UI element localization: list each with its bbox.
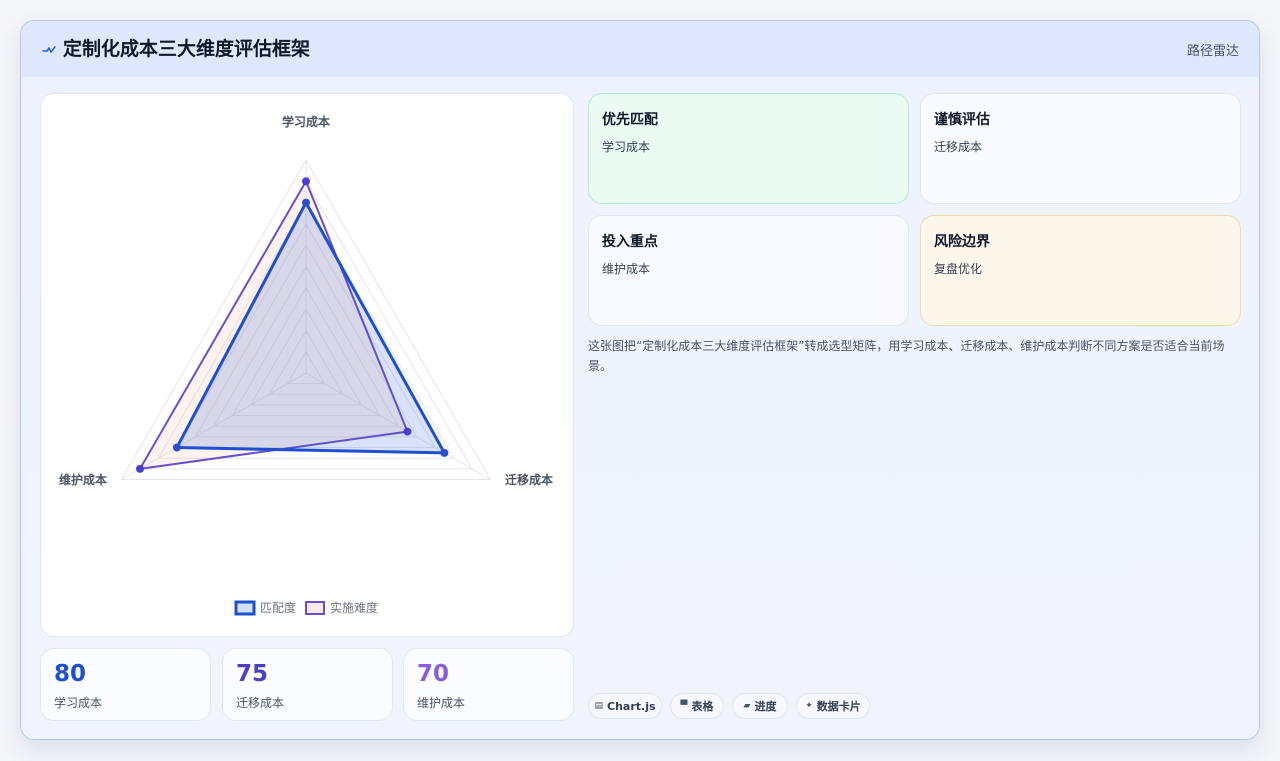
stat-value: 70 (417, 661, 450, 687)
quadrant-investment-focus: 投入重点 维护成本 (588, 215, 909, 326)
tag-table[interactable]: ▀ 表格 (670, 693, 724, 719)
sparkle-icon: ✦ (805, 701, 813, 711)
chart-icon: ▤ (594, 701, 603, 711)
mode-label: 路径雷达 (1186, 44, 1239, 59)
quadrant-priority-match: 优先匹配 学习成本 (588, 93, 909, 204)
tag-progress[interactable]: ▰ 进度 (732, 693, 788, 719)
radar-point (302, 177, 310, 186)
radar-chart: 学习成本迁移成本 维护成本 匹配度 实施难度 (59, 114, 553, 616)
tag-label: Chart.js (607, 699, 656, 713)
axis-label: 学习成本 (282, 114, 330, 129)
axis-label: 迁移成本 (505, 472, 553, 487)
framework-card: 定制化成本三大维度评估框架 路径雷达 学习成本 迁移成本 维护成本 匹配度 实施难度 … (20, 20, 1260, 740)
stat-card-learning: 80 学习成本 (40, 648, 211, 721)
tag-label: 表格 (691, 700, 714, 713)
stat-label: 学习成本 (54, 696, 103, 710)
radar-point (302, 198, 310, 207)
quadrant-value: 学习成本 (602, 140, 651, 154)
tag-label: 进度 (754, 700, 777, 713)
quadrant-risk-boundary: 风险边界 复盘优化 (920, 215, 1241, 326)
page-title: 定制化成本三大维度评估框架 (63, 38, 311, 60)
legend-label: 匹配度 (260, 600, 296, 615)
card-header: 定制化成本三大维度评估框架 路径雷达 (21, 21, 1259, 77)
radar-point (172, 443, 181, 452)
quadrant-title: 投入重点 (602, 234, 658, 250)
quadrant-value: 维护成本 (602, 262, 651, 276)
radar-point (135, 464, 144, 473)
tag-data-card[interactable]: ✦ 数据卡片 (796, 693, 870, 719)
radar-point (403, 427, 412, 436)
stat-label: 迁移成本 (236, 696, 285, 710)
quadrant-title: 优先匹配 (602, 112, 658, 128)
stat-label: 维护成本 (417, 696, 466, 710)
stat-card-migration: 75 迁移成本 (222, 648, 393, 721)
radar-point (440, 448, 449, 457)
legend-swatch (234, 600, 256, 616)
axis-label: 维护成本 (59, 472, 107, 487)
tag-chartjs[interactable]: ▤ Chart.js (588, 693, 662, 719)
progress-icon: ▰ (743, 701, 751, 711)
legend-label: 实施难度 (330, 600, 378, 615)
legend-swatch (305, 601, 325, 615)
description-text: 这张图把“定制化成本三大维度评估框架”转成选型矩阵，用学习成本、迁移成本、维护成… (588, 339, 1225, 373)
tag-label: 数据卡片 (816, 700, 861, 713)
radar-chart-panel: 学习成本迁移成本 维护成本 匹配度 实施难度 (40, 93, 574, 637)
table-icon: ▀ (680, 701, 688, 711)
radar-legend: 匹配度 实施难度 (234, 600, 378, 616)
quadrant-value: 复盘优化 (934, 262, 983, 276)
quadrant-careful-evaluation: 谨慎评估 迁移成本 (920, 93, 1241, 204)
stat-value: 75 (236, 661, 269, 687)
quadrant-value: 迁移成本 (934, 140, 983, 154)
quadrant-title: 谨慎评估 (934, 112, 990, 128)
stat-card-maintenance: 70 维护成本 (403, 648, 574, 721)
pulse-icon (42, 46, 56, 53)
radar-series-1-area (175, 201, 446, 455)
stat-value: 80 (54, 661, 87, 687)
quadrant-title: 风险边界 (934, 234, 990, 250)
